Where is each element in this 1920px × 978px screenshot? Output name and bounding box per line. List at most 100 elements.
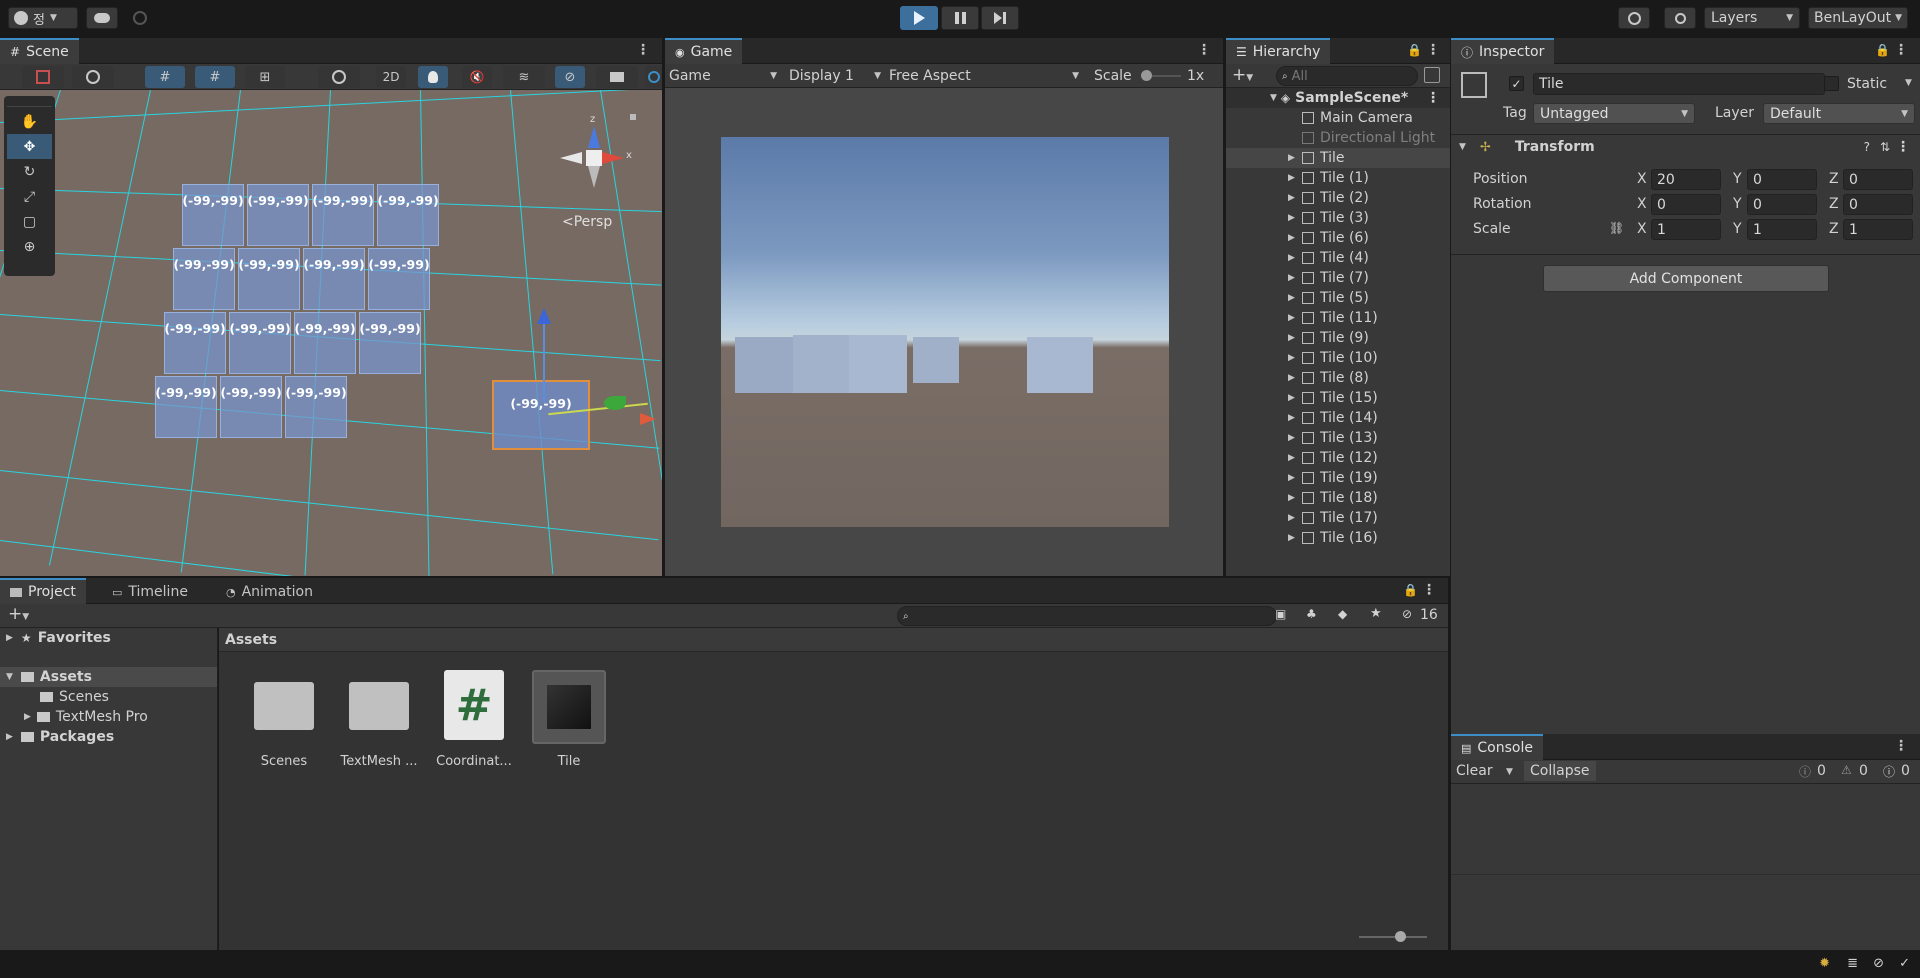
label-icon[interactable]: ◆ (1338, 607, 1347, 621)
hierarchy-item[interactable]: ▶ Tile (10) (1226, 348, 1450, 368)
move-gizmo-z-arrow[interactable] (604, 396, 626, 410)
hierarchy-item[interactable]: ▶ Tile (16) (1226, 528, 1450, 548)
hand-tool-button[interactable]: ✋ (7, 109, 52, 134)
orientation-gizmo[interactable]: z x (556, 114, 636, 204)
scene-tile[interactable]: (-99,-99) (377, 184, 439, 246)
hierarchy-search-input[interactable]: ⌕ All (1276, 66, 1418, 86)
asset-item[interactable]: Tile (529, 670, 609, 770)
search-options-icon[interactable] (1424, 67, 1440, 83)
grid-visibility-toggle[interactable]: # (195, 66, 235, 88)
hierarchy-item[interactable]: ▶ Tile (3) (1226, 208, 1450, 228)
hierarchy-item[interactable]: ▶ Tile (1) (1226, 168, 1450, 188)
scene-tile[interactable]: (-99,-99) (359, 312, 421, 374)
error-count[interactable]: 0 (1901, 763, 1910, 779)
chevron-down-icon[interactable]: ▼ (1506, 767, 1513, 777)
tree-assets[interactable]: ▼ Assets (0, 667, 217, 687)
chevron-down-icon[interactable]: ▼ (1270, 93, 1277, 103)
move-tool-button[interactable]: ✥ (7, 134, 52, 159)
overlay-drag-handle[interactable] (7, 99, 52, 107)
asset-item[interactable]: # Coordinat... (434, 670, 514, 770)
hierarchy-item[interactable]: ▶ Tile (12) (1226, 448, 1450, 468)
layout-dropdown[interactable]: BenLayOut ▼ (1808, 7, 1908, 29)
tree-packages[interactable]: ▶ Packages (0, 727, 217, 747)
chevron-right-icon[interactable]: ▶ (1288, 253, 1298, 263)
lock-icon[interactable]: 🔒 (1403, 583, 1418, 597)
chevron-right-icon[interactable]: ▶ (1288, 233, 1298, 243)
project-search-input[interactable]: ⌕ (897, 606, 1277, 626)
scene-tile[interactable]: (-99,-99) (285, 376, 347, 438)
move-gizmo-y-arrow[interactable] (537, 308, 551, 324)
rotation-z-field[interactable]: 0 (1843, 194, 1913, 215)
add-object-button[interactable]: +▼ (1232, 65, 1253, 85)
zoom-slider-thumb[interactable] (1395, 931, 1406, 942)
tab-hierarchy[interactable]: ☰ Hierarchy (1226, 38, 1331, 64)
breadcrumb-assets[interactable]: Assets (225, 632, 277, 648)
hierarchy-item[interactable]: Main Camera (1226, 108, 1450, 128)
hierarchy-item[interactable]: ▶ Tile (8) (1226, 368, 1450, 388)
tag-dropdown[interactable]: Untagged ▼ (1533, 103, 1695, 124)
scene-tile[interactable]: (-99,-99) (229, 312, 291, 374)
hierarchy-item[interactable]: ▶ Tile (11) (1226, 308, 1450, 328)
more-icon[interactable]: ⋮ (1197, 42, 1211, 58)
asset-item[interactable]: Scenes (244, 670, 324, 770)
chevron-right-icon[interactable]: ▶ (1288, 393, 1298, 403)
more-icon[interactable]: ⋮ (636, 42, 650, 58)
scale-slider-thumb[interactable] (1141, 70, 1152, 81)
hierarchy-item[interactable]: ▶ Tile (13) (1226, 428, 1450, 448)
effects-toggle[interactable]: ≋ (503, 66, 545, 88)
scene-tile[interactable]: (-99,-99) (220, 376, 282, 438)
chevron-right-icon[interactable]: ▶ (1288, 433, 1298, 443)
rotation-x-field[interactable]: 0 (1651, 194, 1721, 215)
display-dropdown[interactable]: Display 1 ▼ (789, 66, 885, 86)
layers-dropdown[interactable]: Layers ▼ (1704, 7, 1800, 29)
chevron-right-icon[interactable]: ▶ (1288, 193, 1298, 203)
tab-inspector[interactable]: ⓘ Inspector (1451, 38, 1555, 64)
scale-z-field[interactable]: 1 (1843, 219, 1913, 240)
snap-grid-toggle[interactable]: # (145, 66, 185, 88)
create-button[interactable]: +▼ (8, 604, 29, 624)
help-icon[interactable]: ? (1864, 140, 1870, 154)
pause-button[interactable] (941, 6, 979, 30)
scale-y-field[interactable]: 1 (1747, 219, 1817, 240)
chevron-right-icon[interactable]: ▶ (1288, 273, 1298, 283)
hierarchy-item[interactable]: ▶ Tile (15) (1226, 388, 1450, 408)
scene-tile[interactable]: (-99,-99) (164, 312, 226, 374)
gizmo-center-cube[interactable] (586, 150, 602, 166)
check-icon[interactable]: ✓ (1899, 956, 1910, 971)
hierarchy-item[interactable]: ▶ Tile (5) (1226, 288, 1450, 308)
scene-tile[interactable]: (-99,-99) (294, 312, 356, 374)
chevron-down-icon[interactable]: ▼ (1459, 142, 1466, 152)
lock-icon[interactable]: 🔒 (1875, 43, 1890, 57)
hierarchy-item[interactable]: ▶ Tile (7) (1226, 268, 1450, 288)
scene-root[interactable]: ▼ ◈ SampleScene* ⋮ (1226, 88, 1450, 108)
search-button[interactable] (1664, 7, 1696, 29)
hierarchy-item[interactable]: ▶ Tile (17) (1226, 508, 1450, 528)
draw-mode-button[interactable] (22, 66, 64, 88)
chevron-right-icon[interactable]: ▶ (1288, 153, 1298, 163)
chevron-right-icon[interactable]: ▶ (1288, 173, 1298, 183)
chevron-right-icon[interactable]: ▶ (1288, 293, 1298, 303)
tree-textmesh[interactable]: ▶ TextMesh Pro (0, 707, 217, 727)
hierarchy-item[interactable]: ▶ Tile (14) (1226, 408, 1450, 428)
scene-tile[interactable]: (-99,-99) (155, 376, 217, 438)
chevron-right-icon[interactable]: ▶ (1288, 213, 1298, 223)
cloud-button[interactable] (86, 7, 118, 29)
scene-tile[interactable]: (-99,-99) (303, 248, 365, 310)
lighting-toggle[interactable] (418, 66, 448, 88)
scene-tile[interactable]: (-99,-99) (238, 248, 300, 310)
rotation-y-field[interactable]: 0 (1747, 194, 1817, 215)
chevron-right-icon[interactable]: ▶ (1288, 373, 1298, 383)
chevron-right-icon[interactable]: ▶ (1288, 333, 1298, 343)
tree-scenes[interactable]: Scenes (0, 687, 217, 707)
progress-icon[interactable]: ⊘ (1873, 956, 1884, 971)
link-icon[interactable]: ⛓ (1609, 221, 1624, 235)
gizmo-lock-icon[interactable] (630, 114, 636, 120)
chevron-right-icon[interactable]: ▶ (1288, 493, 1298, 503)
collapse-button[interactable]: Collapse (1524, 761, 1596, 781)
tab-animation[interactable]: ◔ Animation (216, 578, 323, 604)
collab-button[interactable] (124, 7, 156, 29)
add-component-button[interactable]: Add Component (1543, 265, 1829, 292)
object-name-field[interactable]: Tile (1533, 73, 1825, 95)
scale-x-field[interactable]: 1 (1651, 219, 1721, 240)
clear-button[interactable]: Clear (1456, 763, 1493, 779)
